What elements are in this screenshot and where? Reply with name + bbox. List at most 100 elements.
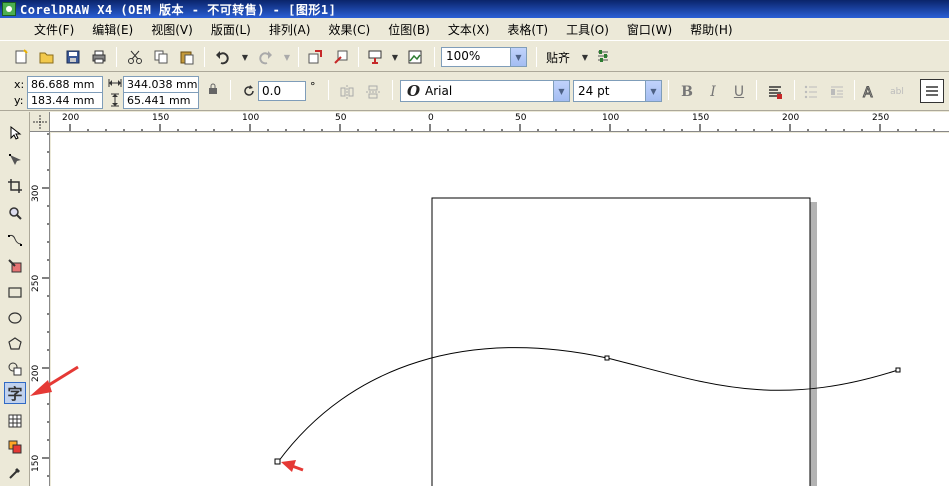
ruler-label: 150 xyxy=(31,454,41,472)
text-options-icon[interactable] xyxy=(920,79,944,103)
ruler-label: 250 xyxy=(872,113,890,123)
object-height-field[interactable]: 65.441 mm xyxy=(123,92,199,109)
mirror-vertical-icon[interactable] xyxy=(362,81,384,103)
mirror-horizontal-icon[interactable] xyxy=(336,81,358,103)
toolbar-separator xyxy=(794,80,795,100)
menu-tools[interactable]: 工具(O) xyxy=(566,21,609,38)
font-list-select[interactable]: O Arial ▼ xyxy=(400,80,570,102)
eyedropper-tool-icon[interactable] xyxy=(4,462,26,484)
launcher-dropdown-icon[interactable]: ▼ xyxy=(384,46,406,68)
toolbox: 字 xyxy=(0,112,30,486)
x-position-field[interactable]: 86.688 mm xyxy=(27,76,103,93)
toolbar-separator xyxy=(204,47,205,67)
curve-node-middle[interactable] xyxy=(604,355,610,361)
options-icon[interactable] xyxy=(592,46,614,68)
table-tool-icon[interactable] xyxy=(4,410,26,432)
font-name-value: Arial xyxy=(425,84,453,98)
horizontal-ruler[interactable]: 200 150 100 50 0 50 100 150 200 250 xyxy=(50,112,949,132)
interactive-fill-tool-icon[interactable] xyxy=(4,436,26,458)
menu-text[interactable]: 文本(X) xyxy=(448,21,490,38)
edit-text-icon[interactable]: abl xyxy=(886,81,908,103)
ruler-origin[interactable] xyxy=(30,112,50,132)
menu-layout[interactable]: 版面(L) xyxy=(211,21,251,38)
lock-ratio-icon[interactable] xyxy=(202,78,224,100)
degree-unit: ° xyxy=(310,80,316,93)
menu-edit[interactable]: 编辑(E) xyxy=(92,21,133,38)
height-icon xyxy=(107,91,123,109)
menu-help[interactable]: 帮助(H) xyxy=(690,21,732,38)
menu-window[interactable]: 窗口(W) xyxy=(627,21,672,38)
ruler-label: 200 xyxy=(62,113,80,123)
toolbar-separator xyxy=(230,80,231,100)
horizontal-alignment-icon[interactable] xyxy=(764,81,786,103)
export-icon[interactable] xyxy=(330,46,352,68)
bold-icon[interactable]: B xyxy=(676,81,698,103)
character-formatting-icon[interactable]: A xyxy=(860,81,882,103)
menu-table[interactable]: 表格(T) xyxy=(507,21,548,38)
save-icon[interactable] xyxy=(62,46,84,68)
application-launcher-icon[interactable] xyxy=(364,46,386,68)
ellipse-tool-icon[interactable] xyxy=(4,307,26,329)
chevron-down-icon[interactable]: ▼ xyxy=(645,81,661,101)
paste-icon[interactable] xyxy=(176,46,198,68)
menu-file[interactable]: 文件(F) xyxy=(34,21,74,38)
toolbar-separator xyxy=(434,47,435,67)
width-icon xyxy=(107,74,123,92)
smart-fill-tool-icon[interactable] xyxy=(4,255,26,277)
undo-icon[interactable] xyxy=(212,46,234,68)
y-position-field[interactable]: 183.44 mm xyxy=(27,92,103,109)
redo-icon[interactable] xyxy=(254,46,276,68)
text-tool[interactable]: 字 xyxy=(4,382,26,404)
coreldraw-app-icon[interactable] xyxy=(2,2,16,16)
horizontal-ruler-ticks xyxy=(69,124,935,131)
font-size-select[interactable]: 24 pt ▼ xyxy=(573,80,662,102)
vertical-ruler[interactable]: 300 250 200 150 xyxy=(30,132,50,486)
undo-dropdown-icon[interactable]: ▼ xyxy=(234,46,256,68)
zoom-level-select[interactable]: 100% ▼ xyxy=(441,47,527,67)
underline-icon[interactable]: U xyxy=(728,81,750,103)
drawing-canvas[interactable] xyxy=(51,133,949,486)
freehand-tool-icon[interactable] xyxy=(4,229,26,251)
curve-node-end[interactable] xyxy=(895,367,901,373)
ruler-label: 200 xyxy=(782,113,800,123)
ruler-label: 300 xyxy=(31,184,41,202)
rotation-angle-field[interactable]: 0.0 xyxy=(258,81,306,101)
open-icon[interactable] xyxy=(36,46,58,68)
new-icon[interactable] xyxy=(10,46,32,68)
toolbar-separator xyxy=(392,80,393,100)
toolbar-separator xyxy=(358,47,359,67)
curve-node-start[interactable] xyxy=(274,458,281,465)
ruler-label: 100 xyxy=(602,113,620,123)
menu-effects[interactable]: 效果(C) xyxy=(328,21,370,38)
rectangle-tool-icon[interactable] xyxy=(4,281,26,303)
print-icon[interactable] xyxy=(88,46,110,68)
italic-icon[interactable]: I xyxy=(702,81,724,103)
import-icon[interactable] xyxy=(304,46,326,68)
welcome-screen-icon[interactable] xyxy=(404,46,426,68)
pick-tool-icon[interactable] xyxy=(4,122,26,144)
menu-view[interactable]: 视图(V) xyxy=(151,21,193,38)
menu-arrange[interactable]: 排列(A) xyxy=(269,21,311,38)
shape-tool-icon[interactable] xyxy=(4,149,26,171)
menu-bitmaps[interactable]: 位图(B) xyxy=(388,21,430,38)
drop-cap-icon[interactable] xyxy=(826,81,848,103)
bullet-list-icon[interactable] xyxy=(800,81,822,103)
object-width-field[interactable]: 344.038 mm xyxy=(123,76,199,93)
polygon-tool-icon[interactable] xyxy=(4,333,26,355)
zoom-tool-icon[interactable] xyxy=(4,202,26,224)
basic-shapes-tool-icon[interactable] xyxy=(4,358,26,380)
snap-to-button[interactable]: 贴齐 xyxy=(546,49,570,66)
cut-icon[interactable] xyxy=(124,46,146,68)
crop-tool-icon[interactable] xyxy=(4,175,26,197)
coreldraw-window: CorelDRAW X4 (OEM 版本 - 不可转售) - [图形1] 文件(… xyxy=(0,0,949,486)
opentype-font-icon: O xyxy=(407,82,421,100)
ruler-label: 150 xyxy=(692,113,710,123)
drawing-page xyxy=(431,197,811,486)
rotate-icon xyxy=(238,80,260,102)
ruler-label: 200 xyxy=(31,364,41,382)
chevron-down-icon[interactable]: ▼ xyxy=(553,81,569,101)
ruler-label: 150 xyxy=(152,113,170,123)
chevron-down-icon[interactable]: ▼ xyxy=(510,48,526,66)
copy-icon[interactable] xyxy=(150,46,172,68)
redo-dropdown-icon[interactable]: ▼ xyxy=(276,46,298,68)
